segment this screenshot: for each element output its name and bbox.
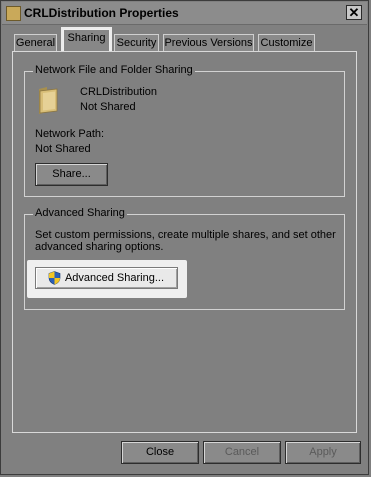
window-icon bbox=[6, 6, 21, 21]
share-button[interactable]: Share... bbox=[35, 163, 108, 186]
network-path-label: Network Path: bbox=[35, 128, 105, 140]
apply-button[interactable]: Apply bbox=[285, 441, 361, 464]
tab-previous-versions[interactable]: Previous Versions bbox=[163, 34, 254, 51]
uac-shield-icon bbox=[48, 271, 61, 285]
advanced-sharing-description-line1: Set custom permissions, create multiple … bbox=[35, 229, 336, 241]
tab-general[interactable]: General bbox=[14, 34, 57, 51]
folder-status: Not Shared bbox=[80, 101, 136, 113]
tab-customize[interactable]: Customize bbox=[258, 34, 315, 51]
tab-security[interactable]: Security bbox=[114, 34, 159, 51]
cancel-button[interactable]: Cancel bbox=[203, 441, 281, 464]
title-bar: CRLDistribution Properties ✕ bbox=[2, 2, 367, 25]
close-button[interactable]: Close bbox=[121, 441, 199, 464]
advanced-sharing-group-label: Advanced Sharing bbox=[33, 207, 127, 219]
advanced-sharing-button-label: Advanced Sharing... bbox=[64, 272, 165, 284]
close-window-button[interactable]: ✕ bbox=[346, 5, 362, 20]
advanced-sharing-description-line2: advanced sharing options. bbox=[35, 241, 164, 253]
network-sharing-group-label: Network File and Folder Sharing bbox=[33, 64, 195, 76]
tab-sharing[interactable]: Sharing bbox=[63, 29, 110, 52]
folder-name: CRLDistribution bbox=[80, 86, 158, 98]
folder-icon bbox=[39, 87, 58, 114]
network-path-value: Not Shared bbox=[35, 143, 91, 155]
window-title: CRLDistribution Properties bbox=[24, 6, 179, 20]
